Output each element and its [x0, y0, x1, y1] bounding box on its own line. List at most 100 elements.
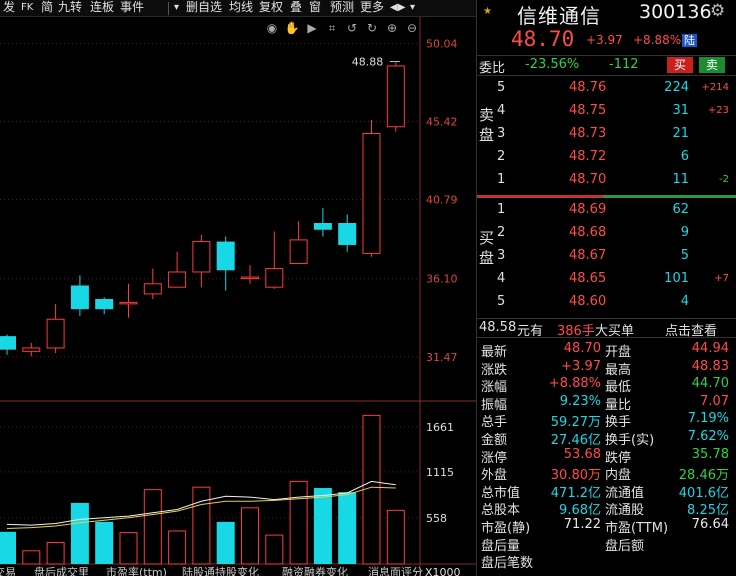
toolbar-more-button[interactable]: 更多 — [360, 0, 384, 16]
volume-chart[interactable]: 16611115558X1000 — [0, 17, 476, 576]
toolbar-events-button[interactable]: 事件 — [120, 0, 144, 16]
stat-label: 最高 — [605, 362, 632, 378]
tab-pe-ttm[interactable]: 市盈率(ttm) — [106, 566, 167, 576]
bid-volume: 101 — [664, 271, 689, 286]
stats-row: 盘后量 盘后额 — [477, 535, 736, 554]
stat-value: 30.80万 — [550, 468, 601, 484]
stat-value: 27.46亿 — [550, 433, 601, 448]
bid-row[interactable]: 4 48.65 101 +7 — [477, 269, 736, 289]
toolbar-dropdown-icon[interactable]: ▾ — [174, 0, 179, 16]
toolbar-forecast-button[interactable]: 预测 — [330, 0, 354, 16]
ask-row[interactable]: 4 48.75 31 +23 — [477, 101, 736, 121]
bid-volume: 4 — [680, 294, 689, 309]
bid-level: 1 — [497, 202, 506, 217]
stat-label: 市盈(TTM) — [605, 521, 669, 536]
ask-row[interactable]: 3 48.73 21 — [477, 124, 736, 144]
zoom-in-icon[interactable]: ⊕ — [384, 20, 400, 36]
stat-label: 总市值 — [481, 485, 521, 501]
toolbar-adjust-button[interactable]: 复权 — [259, 0, 283, 16]
stat-label: 盘后量 — [481, 538, 521, 554]
toolbar-nav-icon[interactable]: ◀▶ — [390, 0, 405, 16]
toolbar-ma-button[interactable]: 均线 — [229, 0, 253, 16]
stock-name: 信维通信 — [517, 4, 601, 28]
toolbar-window-button[interactable]: 窗 — [309, 0, 321, 16]
eye-icon[interactable]: ◉ — [264, 20, 280, 36]
order-ratio-percent: -23.56% — [525, 57, 580, 72]
tab-after-hours-volume[interactable]: 盘后成交里 — [34, 566, 89, 576]
order-ratio-diff: -112 — [609, 57, 639, 72]
bid-level: 4 — [497, 271, 506, 286]
tab-trade[interactable]: 交易 — [0, 566, 16, 576]
ask-row[interactable]: 2 48.72 6 — [477, 147, 736, 167]
toolbar-fk-button[interactable]: FK — [21, 0, 33, 16]
bid-row[interactable]: 1 48.69 62 — [477, 200, 736, 220]
stat-label: 盘后笔数 — [481, 556, 534, 572]
volume-bar — [95, 521, 114, 564]
tab-news-score[interactable]: 消息面评分 — [368, 566, 423, 576]
ask-price: 48.75 — [569, 103, 607, 118]
stat-value: 7.62% — [687, 429, 729, 444]
bid-row[interactable]: 5 48.60 4 — [477, 292, 736, 312]
summary-view-link[interactable]: 点击查看 — [665, 320, 717, 339]
volume-axis-tick: 1115 — [426, 466, 454, 479]
hand-icon[interactable]: ✋ — [284, 20, 300, 36]
ask-level: 3 — [497, 126, 506, 141]
bottom-tabs: 交易 盘后成交里 市盈率(ttm) 陆股通持股变化 融资融券变化 消息面评分 — [0, 566, 476, 576]
bid-ask-divider-green — [603, 195, 736, 198]
volume-bar — [0, 531, 16, 564]
toolbar-remove-watchlist-button[interactable]: 删自选 — [186, 0, 222, 16]
bid-row[interactable]: 3 48.67 5 — [477, 246, 736, 266]
toolbar-nav-dropdown-icon[interactable]: ▾ — [410, 0, 415, 16]
bid-level: 3 — [497, 248, 506, 263]
volume-axis-tick: 558 — [426, 512, 447, 525]
favorite-star-icon[interactable]: ★ — [483, 5, 497, 19]
ask-volume: 224 — [664, 80, 689, 95]
toolbar-fa-button[interactable]: 发 — [3, 0, 15, 16]
stat-value: 401.6亿 — [678, 485, 729, 501]
ask-row[interactable]: 1 48.70 11 -2 — [477, 170, 736, 190]
crop-icon[interactable]: ⌗ — [324, 20, 340, 36]
northbound-badge: 陆 — [682, 34, 697, 47]
ask-row[interactable]: 5 48.76 224 +214 — [477, 78, 736, 98]
bid-volume: 62 — [672, 202, 689, 217]
tab-northbound-holdings[interactable]: 陆股通持股变化 — [182, 566, 259, 576]
play-icon[interactable]: ▶ — [304, 20, 320, 36]
stat-value: 53.68 — [563, 446, 601, 462]
toolbar-nine-turn-button[interactable]: 九转 — [58, 0, 82, 16]
chart-area[interactable]: 50.04 45.42 40.79 36.10 31.47 48.88 1661 1115 5… — [0, 17, 476, 576]
volume-bar — [241, 507, 259, 565]
stat-label: 换手(实) — [605, 433, 655, 448]
tab-margin-trading[interactable]: 融资融券变化 — [282, 566, 348, 576]
stat-label: 换手 — [605, 415, 632, 431]
last-price: 48.70 — [511, 27, 575, 51]
stat-label: 内盘 — [605, 468, 632, 484]
gear-icon[interactable]: ⚙ — [710, 1, 725, 21]
toolbar-overlay-button[interactable]: 叠 — [290, 0, 302, 16]
toolbar-limit-up-button[interactable]: 连板 — [90, 0, 114, 16]
ask-level: 1 — [497, 172, 506, 187]
ask-level: 2 — [497, 149, 506, 164]
stats-row: 市盈(静) 71.22 市盈(TTM) 76.64 — [477, 517, 736, 536]
toolbar-simple-button[interactable]: 简 — [41, 0, 53, 16]
ask-volume-change: +23 — [707, 105, 729, 116]
stats-row: 盘后笔数 — [477, 552, 736, 572]
volume-bar — [216, 521, 235, 564]
volume-bar — [119, 532, 138, 565]
toolbar-separator — [168, 2, 169, 15]
bid-volume: 5 — [680, 248, 689, 263]
buy-button[interactable]: 买 — [667, 57, 693, 73]
volume-bar — [338, 492, 357, 564]
stat-label: 流通值 — [605, 485, 645, 501]
volume-bar — [362, 414, 381, 565]
stat-value: 7.07 — [700, 393, 729, 409]
sell-button[interactable]: 卖 — [699, 57, 725, 73]
undo-icon[interactable]: ↺ — [344, 20, 360, 36]
zoom-out-icon[interactable]: ⊖ — [404, 20, 420, 36]
bid-row[interactable]: 2 48.68 9 — [477, 223, 736, 243]
redo-icon[interactable]: ↻ — [364, 20, 380, 36]
stats-row: 最新 48.70 开盘 44.94 — [477, 341, 736, 360]
ask-price: 48.72 — [569, 149, 607, 164]
stat-value: 48.70 — [563, 341, 601, 356]
stats-row: 总手 59.27万 换手 7.19% — [477, 411, 736, 431]
stat-value: 71.22 — [563, 517, 601, 532]
